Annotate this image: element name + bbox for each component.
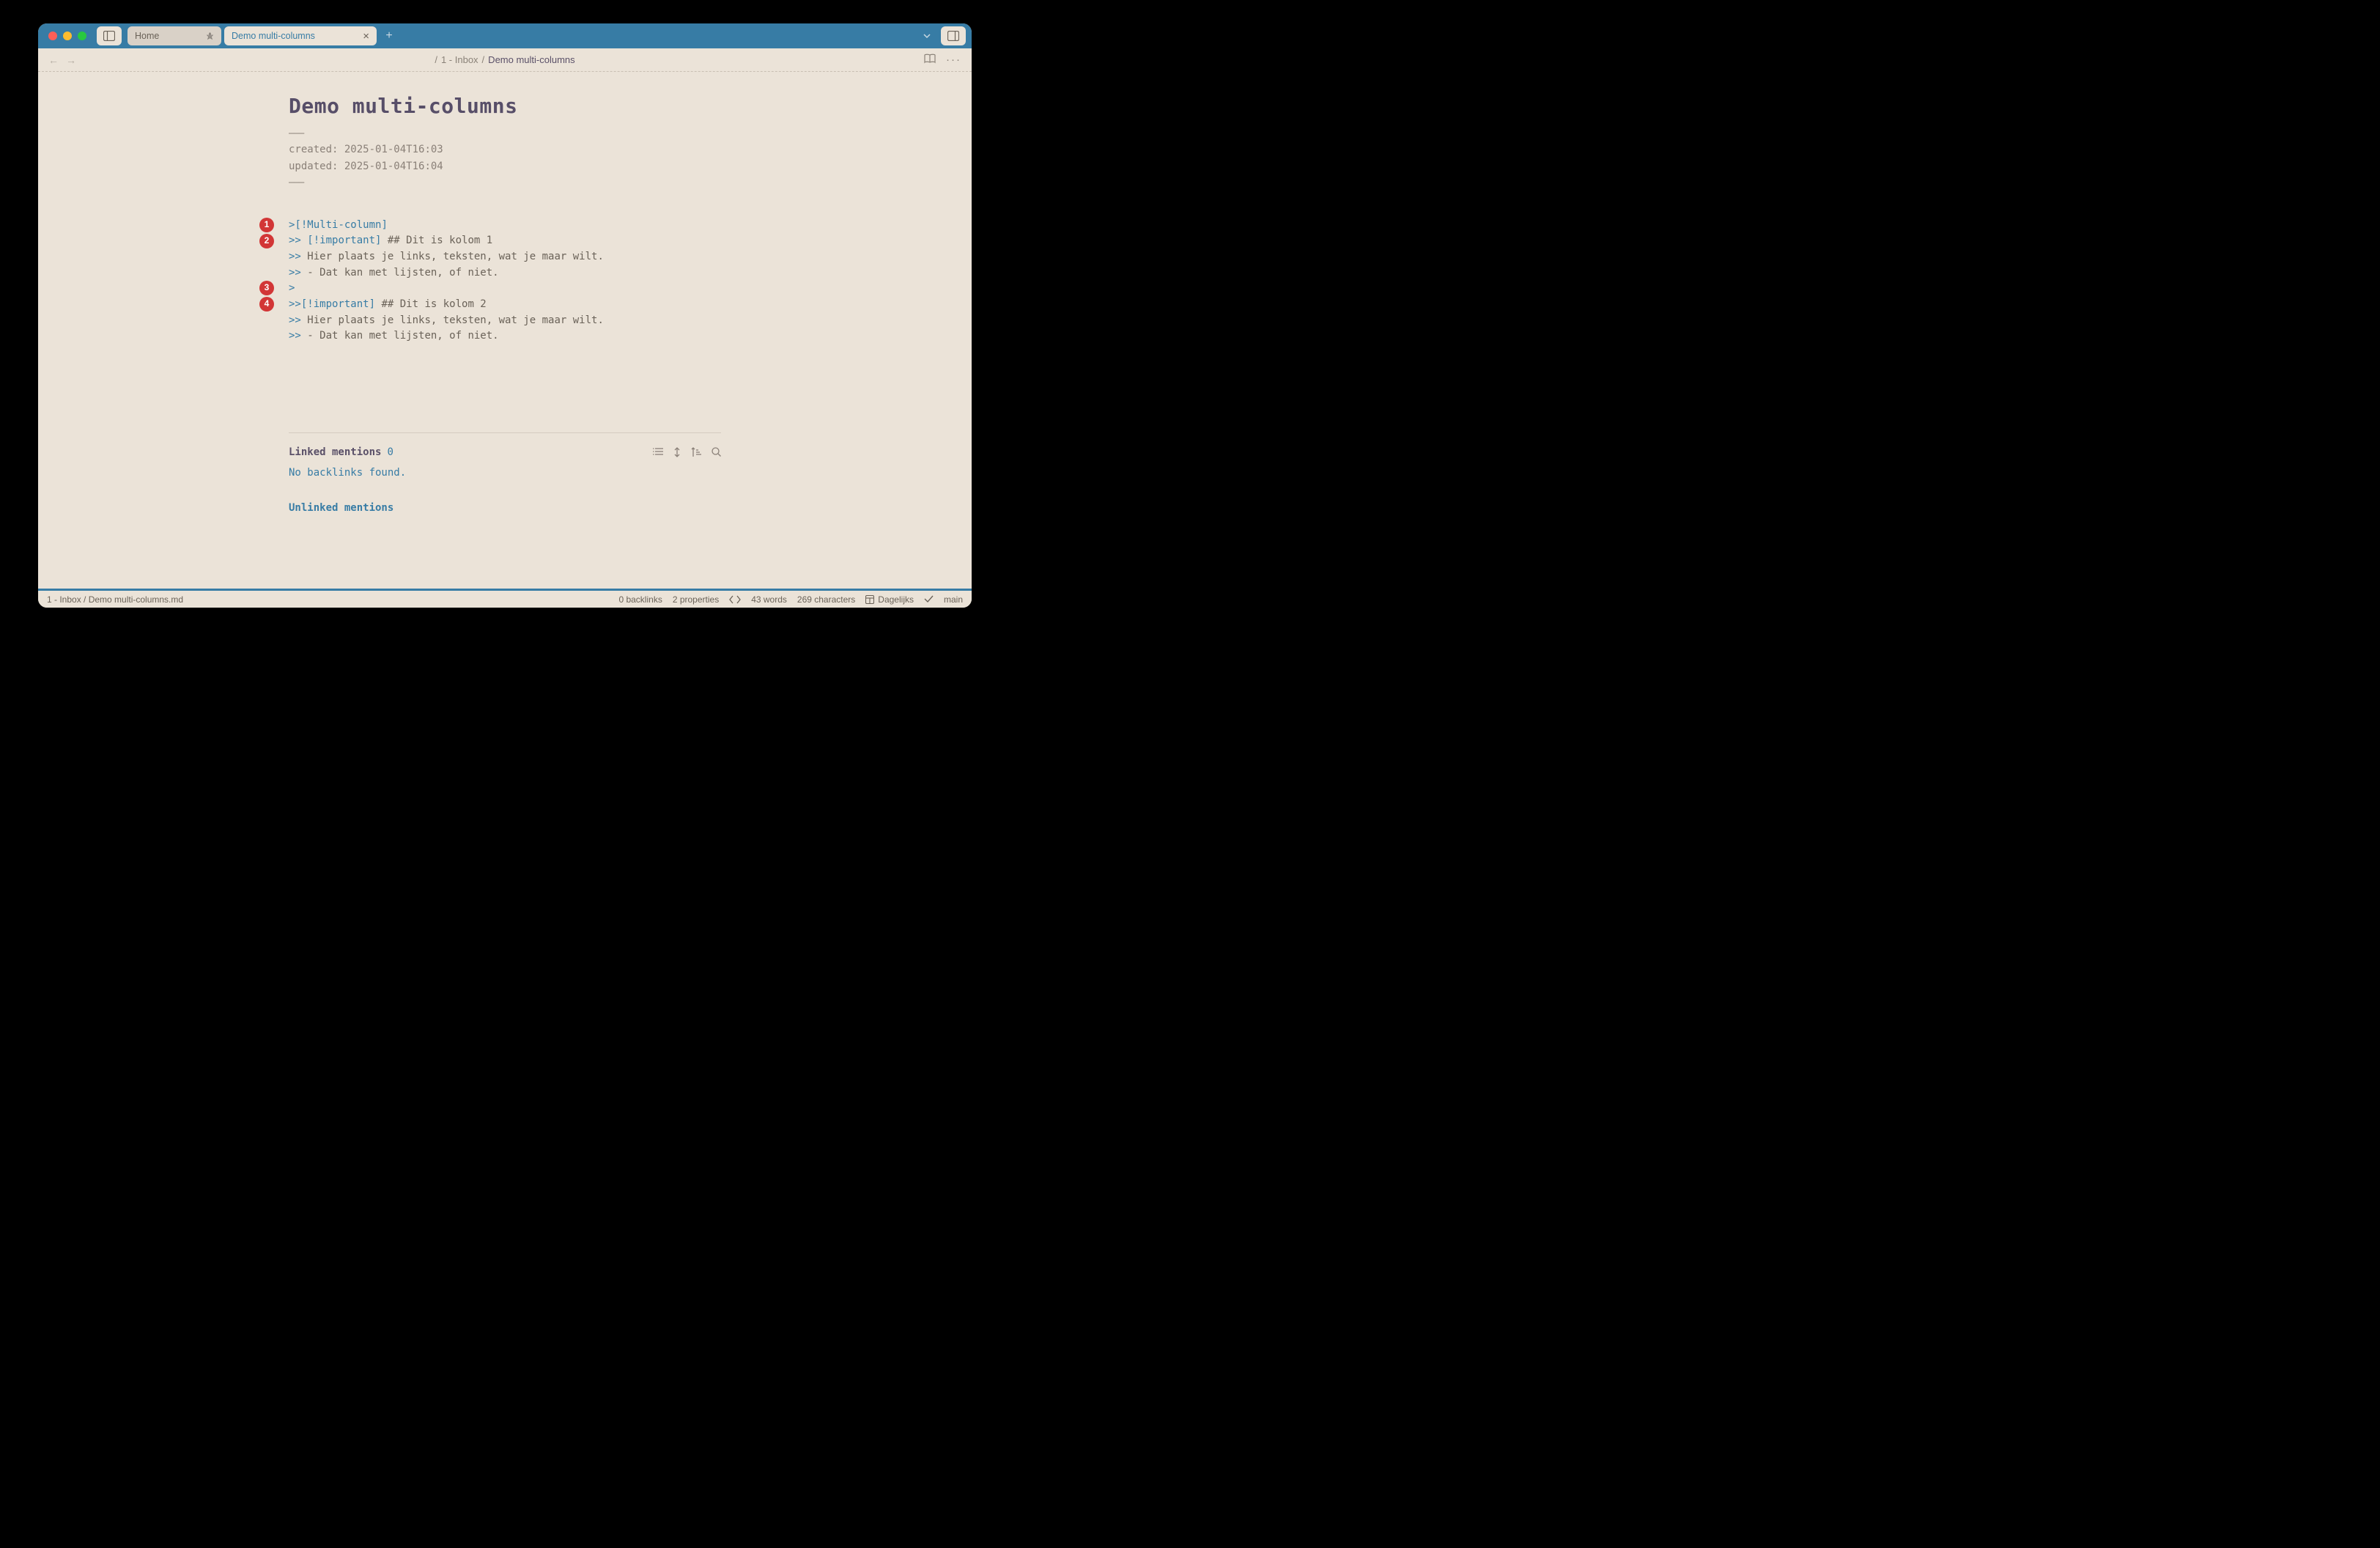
status-git-branch[interactable]: main xyxy=(944,594,963,605)
frontmatter-rule: ——— xyxy=(289,174,721,191)
reading-mode-button[interactable] xyxy=(924,54,936,66)
annotation-badge-2: 2 xyxy=(259,234,274,248)
close-tab-button[interactable]: × xyxy=(363,30,369,43)
sort-order-button[interactable] xyxy=(691,447,701,457)
breadcrumb-folder[interactable]: 1 - Inbox xyxy=(441,54,478,65)
code-line[interactable]: >> - Dat kan met lijsten, of niet. xyxy=(289,265,721,281)
sync-status-icon[interactable] xyxy=(924,595,934,603)
code-line[interactable]: >> Hier plaats je links, teksten, wat je… xyxy=(289,313,721,329)
pin-icon xyxy=(206,32,214,40)
code-line[interactable]: >> - Dat kan met lijsten, of niet. xyxy=(289,328,721,344)
linked-mentions-header[interactable]: Linked mentions 0 xyxy=(289,446,721,458)
backlinks-toolbar xyxy=(653,447,721,457)
code-line[interactable]: 4>>[!important] ## Dit is kolom 2 xyxy=(289,297,721,313)
content-area: Demo multi-columns ——— created: 2025-01-… xyxy=(38,72,972,589)
code-block[interactable]: 1>[!Multi-column] 2>> [!important] ## Di… xyxy=(289,218,721,345)
maximize-window-button[interactable] xyxy=(78,32,86,40)
statusbar: 1 - Inbox / Demo multi-columns.md 0 back… xyxy=(38,589,972,608)
tab-home[interactable]: Home xyxy=(128,26,221,45)
book-open-icon xyxy=(924,54,936,64)
check-icon xyxy=(924,595,934,603)
status-backlinks[interactable]: 0 backlinks xyxy=(618,594,662,605)
left-sidebar-toggle[interactable] xyxy=(97,26,122,45)
tab-label: Home xyxy=(135,31,159,41)
status-properties[interactable]: 2 properties xyxy=(673,594,719,605)
close-window-button[interactable] xyxy=(48,32,57,40)
status-characters[interactable]: 269 characters xyxy=(797,594,855,605)
breadcrumb-sep: / xyxy=(435,54,437,65)
sidebar-right-icon xyxy=(947,31,959,41)
page-title[interactable]: Demo multi-columns xyxy=(289,94,721,118)
breadcrumb-bar: ← → / 1 - Inbox / Demo multi-columns ··· xyxy=(38,48,972,72)
frontmatter[interactable]: ——— created: 2025-01-04T16:03 updated: 2… xyxy=(289,125,721,191)
statusbar-path[interactable]: 1 - Inbox / Demo multi-columns.md xyxy=(47,594,183,605)
titlebar-right xyxy=(917,26,966,45)
nav-forward-button[interactable]: → xyxy=(66,54,76,66)
traffic-lights xyxy=(44,32,91,40)
breadcrumb[interactable]: / 1 - Inbox / Demo multi-columns xyxy=(435,54,574,65)
more-options-button[interactable]: ··· xyxy=(946,54,961,66)
source-mode-icon[interactable] xyxy=(729,595,741,604)
show-more-context-button[interactable] xyxy=(673,447,681,457)
backlinks-section: Linked mentions 0 No xyxy=(289,432,721,514)
status-words[interactable]: 43 words xyxy=(751,594,787,605)
titlebar: Home Demo multi-columns × + xyxy=(38,23,972,48)
new-tab-button[interactable]: + xyxy=(380,26,399,45)
view-actions: ··· xyxy=(924,54,961,66)
tabs: Home Demo multi-columns × + xyxy=(128,26,912,45)
chevron-down-icon xyxy=(923,32,931,40)
no-backlinks-message: No backlinks found. xyxy=(289,467,721,479)
status-workspace[interactable]: Dagelijks xyxy=(865,594,914,605)
search-filter-button[interactable] xyxy=(712,447,721,457)
list-icon xyxy=(653,447,663,456)
code-line[interactable]: >> Hier plaats je links, teksten, wat je… xyxy=(289,249,721,265)
document[interactable]: Demo multi-columns ——— created: 2025-01-… xyxy=(289,94,721,344)
nav-back-button[interactable]: ← xyxy=(48,54,59,66)
linked-mentions-count: 0 xyxy=(387,446,393,458)
search-icon xyxy=(712,447,721,457)
breadcrumb-file[interactable]: Demo multi-columns xyxy=(488,54,574,65)
app-window: Home Demo multi-columns × + xyxy=(38,23,972,608)
tab-label: Demo multi-columns xyxy=(232,31,315,41)
nav-arrows: ← → xyxy=(48,54,76,66)
unlinked-mentions-header[interactable]: Unlinked mentions xyxy=(289,502,721,514)
code-line[interactable]: 3> xyxy=(289,281,721,297)
breadcrumb-sep: / xyxy=(482,54,485,65)
code-line[interactable]: 1>[!Multi-column] xyxy=(289,218,721,234)
right-sidebar-toggle[interactable] xyxy=(941,26,966,45)
frontmatter-created: created: 2025-01-04T16:03 xyxy=(289,141,721,158)
collapse-results-button[interactable] xyxy=(653,447,663,457)
frontmatter-rule: ——— xyxy=(289,125,721,141)
tab-demo-multi-columns[interactable]: Demo multi-columns × xyxy=(224,26,377,45)
tab-dropdown-button[interactable] xyxy=(917,26,936,45)
annotation-badge-3: 3 xyxy=(259,281,274,295)
frontmatter-updated: updated: 2025-01-04T16:04 xyxy=(289,158,721,174)
statusbar-right: 0 backlinks 2 properties 43 words 269 ch… xyxy=(618,594,963,605)
expand-vertical-icon xyxy=(673,447,681,457)
linked-mentions-label: Linked mentions xyxy=(289,446,381,458)
code-line[interactable]: 2>> [!important] ## Dit is kolom 1 xyxy=(289,233,721,249)
annotation-badge-1: 1 xyxy=(259,218,274,232)
sidebar-left-icon xyxy=(103,31,115,41)
annotation-badge-4: 4 xyxy=(259,297,274,312)
sort-icon xyxy=(691,447,701,457)
layout-icon xyxy=(865,595,874,604)
minimize-window-button[interactable] xyxy=(63,32,72,40)
